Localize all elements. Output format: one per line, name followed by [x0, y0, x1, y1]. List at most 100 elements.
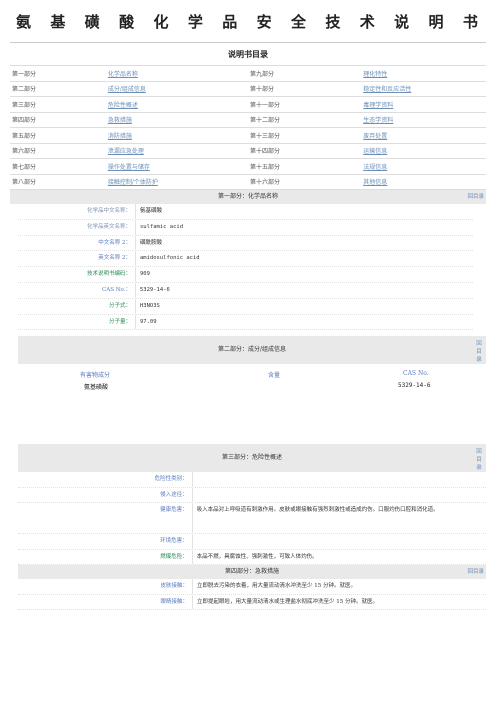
toc-part-label: 第十二部分: [248, 112, 362, 128]
info-label: 分子量：: [108, 318, 131, 325]
document-title: 氨 基 磺 酸 化 学 品 安 全 技 术 说 明 书: [10, 0, 486, 43]
toc-part-label: 第十五部分: [248, 158, 362, 175]
info-value: 909: [135, 267, 150, 282]
toc-row: 第一部分 化学品名称 第九部分 理化特性: [10, 66, 486, 82]
info-row: 中文名称 2： 磺酰胺酸: [18, 235, 473, 252]
title-char: 安: [256, 12, 274, 31]
title-char: 技: [325, 12, 343, 31]
toc-link[interactable]: 接触控制/个体防护: [105, 174, 249, 190]
info-label: 技术说明书编码：: [86, 271, 131, 278]
toc-link[interactable]: 急救措施: [105, 112, 249, 128]
toc-row: 第八部分 接触控制/个体防护 第十六部分 其他信息: [10, 174, 486, 190]
first-aid-value: 立即脱去污染的衣着，用大量流动清水冲洗至少 15 分钟。就医。: [192, 579, 356, 594]
info-label: CAS No.：: [102, 286, 131, 293]
section-2-body: 有害物成分 含量 CAS No. 氨基磺酸 5329-14-6: [18, 364, 473, 444]
section-3-header: 第三部分：危险性概述 回目录: [18, 444, 486, 473]
toc-link[interactable]: 成分/组成信息: [105, 81, 249, 97]
title-char: 品: [222, 12, 240, 31]
title-char: 学: [187, 12, 205, 31]
title-char: 明: [428, 12, 446, 31]
toc-link[interactable]: 消防措施: [105, 127, 249, 144]
section-1-header: 第一部分：化学品名称 回目录: [10, 190, 486, 204]
section-4-header: 第四部分：急救措施 回目录: [18, 565, 486, 580]
info-value: 97.09: [135, 314, 157, 330]
toc-heading: 说明书目录: [10, 43, 486, 66]
info-value: 5329-14-6: [135, 282, 170, 298]
toc-part-label: 第十三部分: [248, 127, 362, 144]
info-label: 英文名称 2：: [98, 255, 131, 262]
first-aid-row: 皮肤接触： 立即脱去污染的衣着，用大量流动清水冲洗至少 15 分钟。就医。: [18, 579, 486, 595]
toc-link[interactable]: 毒理学资料: [361, 96, 486, 113]
back-to-toc-link[interactable]: 回目录: [467, 190, 484, 204]
toc-part-label: 第九部分: [248, 66, 362, 82]
title-char: 氨: [16, 12, 34, 31]
hazard-row: 燃爆危险： 本品不燃，具腐蚀性、强刺激性，可致人体灼伤。: [18, 549, 486, 566]
content-header: 含量: [268, 372, 281, 380]
info-label: 化学品中文名称：: [86, 208, 131, 214]
title-char: 书: [462, 12, 480, 31]
hazard-row: 危险性类别：: [18, 472, 486, 488]
toc-link[interactable]: 运输信息: [361, 143, 486, 159]
first-aid-label: 眼睛接触：: [160, 598, 188, 605]
toc-part-label: 第一部分: [10, 66, 106, 82]
title-char: 磺: [84, 12, 102, 31]
title-char: 全: [291, 12, 309, 31]
title-char: 酸: [119, 12, 137, 31]
info-label: 中文名称 2：: [98, 239, 131, 246]
hazard-value: [191, 472, 486, 487]
toc-row: 第二部分 成分/组成信息 第十部分 稳定性和反应活性: [10, 81, 486, 97]
toc-row: 第四部分 急救措施 第十二部分 生态学资料: [10, 112, 486, 128]
hazard-value: 吸入本品对上呼吸道有刺激作用。皮肤或眼接触有强烈刺激性或造成灼伤。口服灼伤口腔和…: [191, 503, 486, 534]
info-row: 技术说明书编码： 909: [18, 267, 473, 283]
hazard-value: [191, 534, 486, 549]
cas-header: CAS No.: [403, 370, 429, 378]
toc-row: 第七部分 操作处置与储存 第十五部分 法规信息: [10, 158, 486, 175]
back-to-toc-link[interactable]: 回目录: [467, 565, 484, 579]
toc-part-label: 第十六部分: [248, 174, 362, 190]
toc-link[interactable]: 危险性概述: [105, 96, 249, 113]
info-row: 化学品英文名称： sulfamic acid: [18, 219, 473, 236]
info-value: 氨基磺酸: [135, 204, 162, 219]
toc-link[interactable]: 理化特性: [361, 66, 486, 82]
toc-link[interactable]: 稳定性和反应活性: [361, 81, 486, 97]
toc-link[interactable]: 化学品名称: [105, 66, 249, 82]
toc-row: 第三部分 危险性概述 第十一部分 毒理学资料: [10, 96, 486, 113]
info-row: CAS No.： 5329-14-6: [18, 282, 473, 299]
toc-row: 第五部分 消防措施 第十三部分 废弃处置: [10, 127, 486, 144]
hazard-row: 侵入途径：: [18, 487, 486, 504]
info-row: 英文名称 2： amidosulfonic acid: [18, 251, 473, 268]
hazard-label: 危险性类别：: [154, 476, 188, 483]
back-to-toc-link[interactable]: 回目录: [474, 448, 484, 472]
hazard-label: 燃爆危险：: [160, 553, 188, 560]
section-3-title: 第三部分：危险性概述: [221, 454, 282, 462]
section-2-header: 第二部分：成分/组成信息 回目录: [18, 336, 486, 365]
hazard-label: 健康危害：: [160, 507, 188, 514]
toc-link[interactable]: 法规信息: [361, 158, 486, 175]
section-1-title: 第一部分：化学品名称: [217, 193, 278, 200]
first-aid-row: 眼睛接触： 立即提起眼睑，用大量流动清水或生理盐水彻底冲洗至少 15 分钟。就医。: [18, 594, 486, 611]
msds-page: 氨 基 磺 酸 化 学 品 安 全 技 术 说 明 书 说明书目录 第一部分 化学…: [10, 0, 486, 611]
component-cas: 5329-14-6: [398, 382, 431, 390]
hazard-row: 健康危害： 吸入本品对上呼吸道有刺激作用。皮肤或眼接触有强烈刺激性或造成灼伤。口服…: [18, 503, 486, 535]
hazard-value: [191, 487, 486, 503]
info-row: 分子量： 97.09: [18, 314, 473, 331]
info-label: 分子式：: [108, 302, 131, 309]
section-4-title: 第四部分：急救措施: [224, 568, 279, 576]
info-value: H3NO3S: [135, 298, 160, 314]
toc-link[interactable]: 其他信息: [361, 174, 486, 190]
info-value: sulfamic acid: [135, 219, 183, 235]
title-char: 基: [50, 12, 68, 31]
hazard-value: 本品不燃，具腐蚀性、强刺激性，可致人体灼伤。: [191, 549, 486, 565]
first-aid-label: 皮肤接触：: [160, 583, 188, 590]
info-row: 化学品中文名称： 氨基磺酸: [18, 204, 473, 220]
component-header: 有害物成分: [80, 372, 111, 380]
first-aid-value: 立即提起眼睑，用大量流动清水或生理盐水彻底冲洗至少 15 分钟。就医。: [192, 594, 378, 610]
toc-link[interactable]: 生态学资料: [361, 112, 486, 128]
hazard-label: 环境危害：: [160, 538, 188, 545]
back-to-toc-link[interactable]: 回目录: [474, 340, 484, 364]
toc-link[interactable]: 废弃处置: [361, 127, 486, 144]
toc-link[interactable]: 操作处置与储存: [105, 158, 249, 175]
toc-link[interactable]: 泄漏应急处理: [105, 143, 249, 159]
toc-part-label: 第五部分: [10, 127, 106, 144]
hazard-label: 侵入途径：: [160, 491, 188, 498]
